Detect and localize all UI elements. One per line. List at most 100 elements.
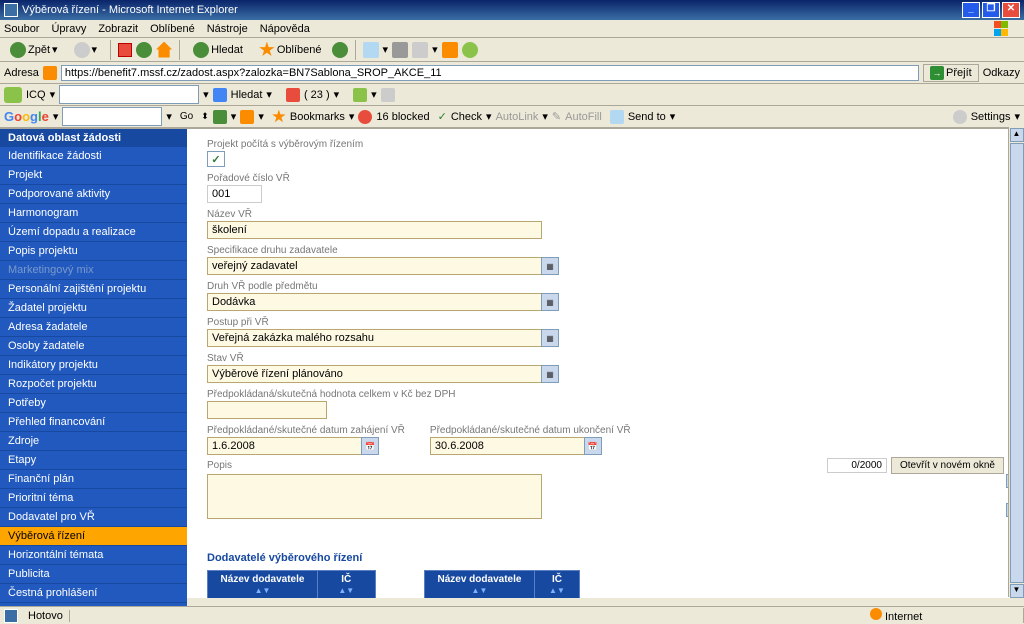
sidebar-item-15[interactable]: Zdroje (0, 432, 187, 451)
sidebar-item-22[interactable]: Publicita (0, 565, 187, 584)
sidebar-item-20[interactable]: Výběrová řízení (0, 527, 187, 546)
sidebar-item-7[interactable]: Personální zajištění projektu (0, 280, 187, 299)
stop-button[interactable] (118, 43, 132, 57)
sidebar-item-16[interactable]: Etapy (0, 451, 187, 470)
sidebar-item-14[interactable]: Přehled financování (0, 413, 187, 432)
icq-search-input[interactable] (59, 85, 199, 104)
zone-icon (870, 608, 882, 620)
bookmarks-icon[interactable] (272, 110, 286, 124)
sendto-button[interactable]: Send to (628, 111, 666, 123)
icq-hledat-button[interactable]: Hledat (231, 89, 263, 101)
search-button[interactable]: Hledat (187, 41, 249, 59)
content-scrollbar[interactable]: ▲ ▼ (1008, 127, 1024, 597)
back-button[interactable]: Zpět ▾ (4, 41, 64, 59)
sidebar-item-19[interactable]: Dodavatel pro VŘ (0, 508, 187, 527)
icq-edit-icon[interactable] (381, 88, 395, 102)
history-icon[interactable] (332, 42, 348, 58)
bookmarks-button[interactable]: Bookmarks (290, 111, 345, 123)
zahajeni-calendar-icon[interactable]: 📅 (361, 437, 379, 455)
sidebar-item-11[interactable]: Indikátory projektu (0, 356, 187, 375)
th-ic-r[interactable]: IČ▲▼ (534, 571, 579, 599)
sidebar-item-8[interactable]: Žadatel projektu (0, 299, 187, 318)
pocita-checkbox[interactable]: ✓ (207, 151, 225, 167)
popis-open-button[interactable]: Otevřít v novém okně (891, 457, 1004, 474)
google-go-button[interactable]: Go (176, 110, 197, 123)
menu-nastroje[interactable]: Nástroje (207, 23, 248, 35)
refresh-button[interactable] (136, 42, 152, 58)
print-icon[interactable] (392, 42, 408, 58)
google-search-input[interactable] (62, 107, 162, 126)
menu-upravy[interactable]: Úpravy (51, 23, 86, 35)
google-ico1[interactable] (213, 110, 227, 124)
sidebar-item-5[interactable]: Popis projektu (0, 242, 187, 261)
sidebar-item-0[interactable]: Identifikace žádosti (0, 147, 187, 166)
edit-icon[interactable] (412, 42, 428, 58)
mail-icon[interactable] (363, 42, 379, 58)
popis-textarea[interactable] (207, 474, 542, 519)
ukonceni-input[interactable] (430, 437, 585, 455)
sidebar-item-4[interactable]: Území dopadu a realizace (0, 223, 187, 242)
sidebar-item-3[interactable]: Harmonogram (0, 204, 187, 223)
menu-oblibene[interactable]: Oblíbené (150, 23, 195, 35)
sidebar-item-18[interactable]: Prioritní téma (0, 489, 187, 508)
settings-icon[interactable] (953, 110, 967, 124)
stav-dropdown-icon[interactable]: ▦ (541, 365, 559, 383)
hodnota-input[interactable] (207, 401, 327, 419)
autolink-button[interactable]: AutoLink (496, 111, 539, 123)
home-button[interactable] (156, 42, 172, 58)
spec-input[interactable] (207, 257, 542, 275)
sidebar-item-1[interactable]: Projekt (0, 166, 187, 185)
druh-input[interactable] (207, 293, 542, 311)
sidebar-item-13[interactable]: Potřeby (0, 394, 187, 413)
sidebar-item-21[interactable]: Horizontální témata (0, 546, 187, 565)
nazev-input[interactable] (207, 221, 542, 239)
sidebar-item-10[interactable]: Osoby žadatele (0, 337, 187, 356)
sidebar-item-23[interactable]: Čestná prohlášení (0, 584, 187, 603)
scroll-up-button[interactable]: ▲ (1010, 128, 1024, 142)
icq-icon[interactable] (4, 87, 22, 103)
scroll-down-button[interactable]: ▼ (1010, 584, 1024, 598)
go-button[interactable]: →Přejít (923, 64, 979, 82)
icq-count: ( 23 ) (304, 89, 330, 101)
icq-status-icon[interactable] (353, 88, 367, 102)
th-nazev[interactable]: Název dodavatele▲▼ (208, 571, 318, 599)
menu-zobrazit[interactable]: Zobrazit (98, 23, 138, 35)
th-nazev-r[interactable]: Název dodavatele▲▼ (424, 571, 534, 599)
settings-button[interactable]: Settings (971, 111, 1011, 123)
sidebar-item-12[interactable]: Rozpočet projektu (0, 375, 187, 394)
menu-soubor[interactable]: Soubor (4, 23, 39, 35)
poradi-input (207, 185, 262, 203)
sidebar-item-9[interactable]: Adresa žadatele (0, 318, 187, 337)
menu-napoveda[interactable]: Nápověda (260, 23, 310, 35)
messenger-icon[interactable] (462, 42, 478, 58)
folder-icon[interactable] (442, 42, 458, 58)
spec-dropdown-icon[interactable]: ▦ (541, 257, 559, 275)
icq-blocked-icon[interactable] (286, 88, 300, 102)
address-input[interactable] (61, 65, 919, 81)
druh-dropdown-icon[interactable]: ▦ (541, 293, 559, 311)
autofill-button[interactable]: AutoFill (565, 111, 602, 123)
sidebar-item-17[interactable]: Finanční plán (0, 470, 187, 489)
spec-label: Specifikace druhu zadavatele (207, 245, 1004, 256)
minimize-button[interactable]: _ (962, 2, 980, 18)
google-ico2[interactable] (240, 110, 254, 124)
icq-search-icon[interactable] (213, 88, 227, 102)
postup-dropdown-icon[interactable]: ▦ (541, 329, 559, 347)
sidebar-item-6[interactable]: Marketingový mix (0, 261, 187, 280)
th-ic[interactable]: IČ▲▼ (318, 571, 376, 599)
odkazy-label[interactable]: Odkazy (983, 67, 1020, 79)
zahajeni-input[interactable] (207, 437, 362, 455)
forward-button[interactable]: ▾ (68, 41, 104, 59)
sendto-icon[interactable] (610, 110, 624, 124)
ukonceni-calendar-icon[interactable]: 📅 (584, 437, 602, 455)
check-button[interactable]: Check (451, 111, 482, 123)
sidebar-item-2[interactable]: Podporované aktivity (0, 185, 187, 204)
favorites-button[interactable]: Oblíbené (253, 41, 328, 59)
postup-input[interactable] (207, 329, 542, 347)
scroll-thumb[interactable] (1010, 143, 1024, 583)
blocked-icon[interactable] (358, 110, 372, 124)
close-button[interactable]: ✕ (1002, 2, 1020, 18)
lock-icon (43, 66, 57, 80)
maximize-button[interactable]: ❐ (982, 2, 1000, 18)
stav-input[interactable] (207, 365, 542, 383)
